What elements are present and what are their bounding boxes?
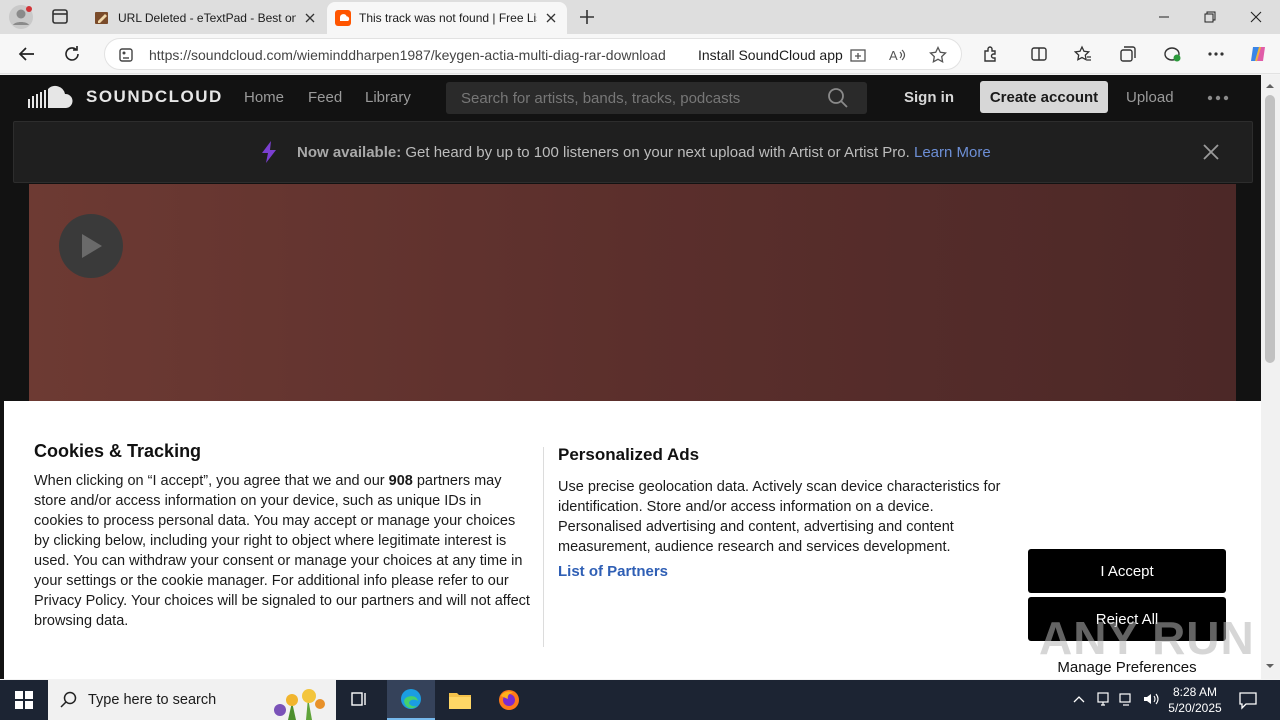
install-app-icon[interactable] [848,45,868,65]
soundcloud-logo[interactable]: SOUNDCLOUD [28,85,223,109]
system-clock[interactable]: 8:28 AM 5/20/2025 [1166,684,1224,716]
banner-text: Get heard by up to 100 listeners on your… [401,144,914,161]
profile-avatar-icon[interactable] [8,4,34,30]
windows-taskbar: Type here to search 8:28 AM 5/20/2025 [0,680,1280,720]
scrollbar-thumb[interactable] [1265,95,1275,363]
banner-bold-text: Now available: [297,144,402,161]
edge-icon [401,689,421,709]
nav-library[interactable]: Library [365,89,411,106]
network-icon[interactable] [1118,690,1136,708]
learn-more-link[interactable]: Learn More [914,144,991,161]
close-tab-icon[interactable] [543,10,559,26]
consent-divider [543,447,544,647]
collections-icon[interactable] [1116,42,1140,66]
taskbar-edge[interactable] [387,680,435,720]
close-window-button[interactable] [1233,0,1279,34]
consent-body-start: When clicking on “I accept”, you agree t… [34,473,389,489]
restore-button[interactable] [1187,0,1233,34]
browser-tab-strip: URL Deleted - eTextPad - Best onl This t… [0,0,1280,34]
consent-body-end: partners may store and/or access informa… [34,473,530,629]
tab-title: This track was not found | Free Lis [359,11,537,25]
task-view-button[interactable] [336,680,384,720]
url-text[interactable]: https://soundcloud.com/wieminddharpen198… [149,47,666,63]
install-app-label[interactable]: Install SoundCloud app [698,47,843,63]
scroll-down-icon[interactable] [1265,661,1275,671]
create-account-button[interactable]: Create account [980,81,1108,113]
personalized-ads-title: Personalized Ads [558,445,700,464]
address-bar[interactable]: https://soundcloud.com/wieminddharpen198… [104,38,962,70]
etextpad-favicon-icon [95,12,108,24]
tab-etextpad[interactable]: URL Deleted - eTextPad - Best onl [86,2,326,34]
page-scrollbar[interactable] [1261,75,1280,679]
folder-icon [449,693,471,709]
read-aloud-icon[interactable]: A [888,45,908,65]
device-icon[interactable] [1094,690,1112,708]
search-highlight-flowers-icon [274,689,325,720]
nav-feed[interactable]: Feed [308,89,342,106]
firefox-icon [499,690,519,710]
taskbar-file-explorer[interactable] [436,680,484,720]
sign-in-button[interactable]: Sign in [904,89,954,106]
list-of-partners-link[interactable]: List of Partners [558,563,668,580]
search-input[interactable] [446,82,867,114]
close-banner-icon[interactable] [1202,143,1220,161]
new-tab-icon[interactable] [576,6,598,28]
start-button[interactable] [0,680,48,720]
taskbar-search-box[interactable]: Type here to search [48,680,336,720]
copilot-icon[interactable] [1246,42,1270,66]
track-hero [29,184,1236,404]
search-icon[interactable] [827,87,849,109]
soundcloud-favicon-icon [335,10,351,26]
soundcloud-wordmark: SOUNDCLOUD [86,87,223,106]
partner-count: 908 [388,473,413,489]
soundcloud-cloud-icon [28,85,73,108]
site-info-icon[interactable] [117,46,135,64]
split-screen-icon[interactable] [1027,42,1051,66]
tab-title: URL Deleted - eTextPad - Best onl [118,11,296,25]
soundcloud-header: SOUNDCLOUD Home Feed Library Sign in Cre… [0,75,1261,121]
scroll-up-icon[interactable] [1265,81,1275,91]
minimize-button[interactable] [1141,0,1187,34]
settings-more-icon[interactable] [1204,42,1228,66]
consent-title: Cookies & Tracking [34,441,202,461]
clock-time: 8:28 AM [1172,685,1218,699]
windows-logo-icon [15,691,33,709]
taskbar-firefox[interactable] [485,680,533,720]
upload-link[interactable]: Upload [1126,89,1174,106]
nav-home[interactable]: Home [244,89,284,106]
banner-message: Now available: Get heard by up to 100 li… [297,144,991,161]
personalized-ads-body: Use precise geolocation data. Actively s… [558,479,1001,555]
show-hidden-icons-icon[interactable] [1070,690,1088,708]
search-icon [60,691,77,708]
volume-icon[interactable] [1142,690,1160,708]
task-view-icon [351,692,366,706]
notifications-icon[interactable] [1238,690,1258,710]
clock-date: 5/20/2025 [1168,701,1222,715]
back-button[interactable] [15,42,39,66]
svg-text:A: A [889,48,898,63]
accept-button[interactable]: I Accept [1028,549,1226,593]
play-button[interactable] [59,214,123,278]
lightning-bolt-icon [262,141,276,163]
more-options-icon[interactable] [1207,95,1229,101]
browser-essentials-icon[interactable] [1160,42,1184,66]
close-tab-icon[interactable] [302,10,318,26]
tab-actions-icon[interactable] [46,6,74,28]
cookie-consent-panel: Cookies & Tracking When clicking on “I a… [4,401,1261,679]
play-icon [82,234,102,258]
consent-body: When clicking on “I accept”, you agree t… [34,471,534,631]
favorites-icon[interactable] [1071,42,1095,66]
browser-toolbar: https://soundcloud.com/wieminddharpen198… [0,34,1280,74]
page-viewport: SOUNDCLOUD Home Feed Library Sign in Cre… [0,75,1261,679]
extensions-icon[interactable] [979,42,1003,66]
favorite-star-icon[interactable] [928,45,948,65]
refresh-button[interactable] [60,42,84,66]
tab-soundcloud[interactable]: This track was not found | Free Lis [327,2,567,34]
artist-pro-banner: Now available: Get heard by up to 100 li… [13,121,1253,183]
taskbar-search-placeholder: Type here to search [88,692,217,708]
anyrun-watermark: ANY RUN [1039,612,1255,664]
